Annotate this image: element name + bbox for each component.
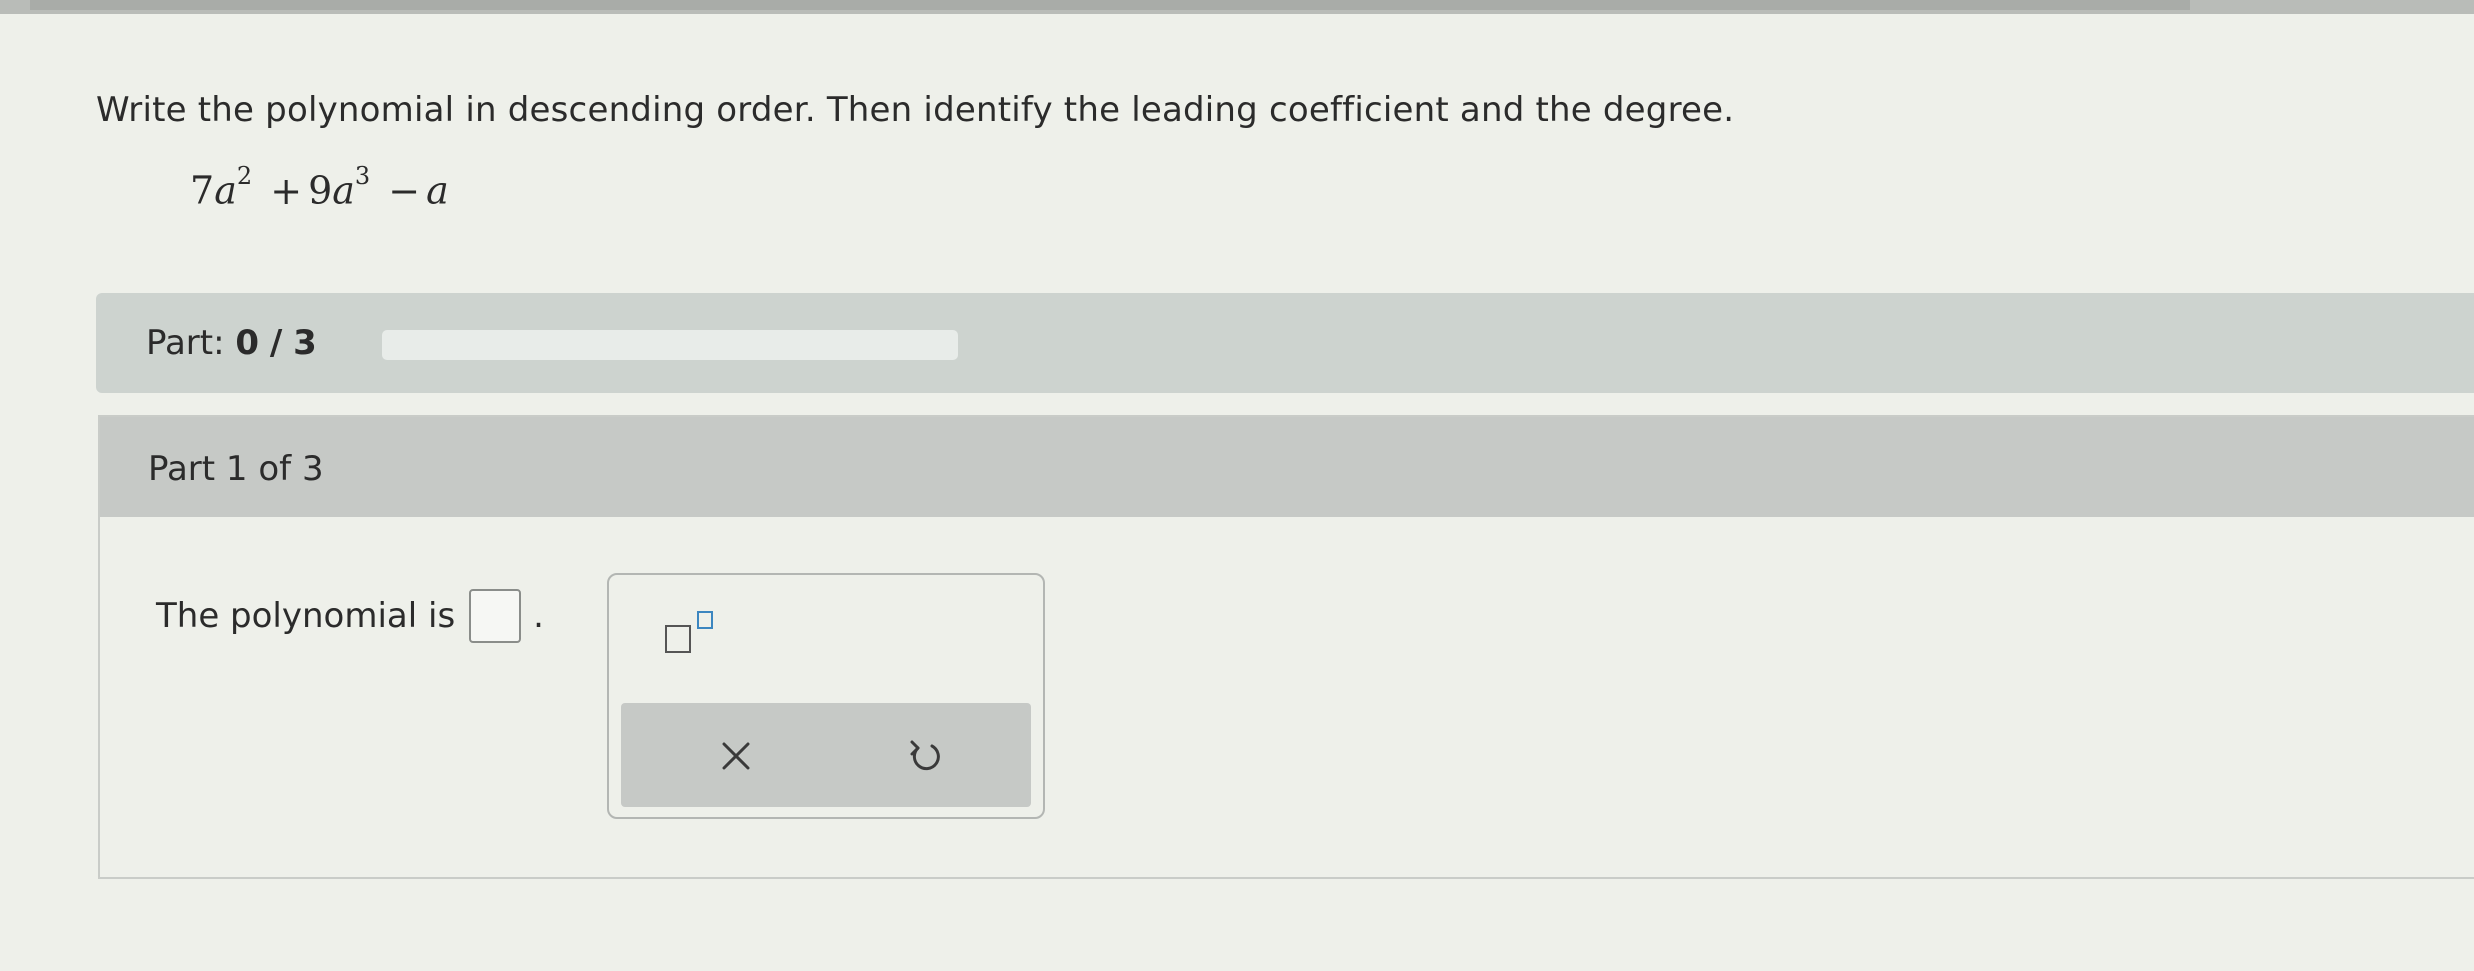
superscript-icon[interactable] [659, 605, 719, 655]
top-strip [0, 0, 2474, 14]
superscript-power-box [697, 611, 713, 629]
answer-row: The polynomial is . [156, 589, 544, 643]
term2-coefficient: 9 [308, 168, 333, 213]
term3-variable: a [426, 168, 449, 213]
term2-variable: a [332, 168, 355, 213]
term1-variable: a [214, 168, 237, 213]
math-palette [607, 573, 1045, 819]
part-progress-prefix: Part: [146, 323, 225, 363]
progress-track [382, 330, 958, 360]
undo-icon [910, 740, 940, 771]
palette-actions [621, 703, 1031, 807]
part-progress-separator: / [269, 323, 283, 363]
term2-exponent: 3 [354, 162, 371, 190]
part-progress-bar: Part: 0 / 3 [96, 293, 2474, 393]
operator-minus: − [388, 168, 421, 213]
answer-label: The polynomial is [156, 596, 456, 636]
term1-coefficient: 7 [190, 168, 215, 213]
undo-button[interactable] [899, 731, 949, 781]
part-header-title: Part 1 of 3 [148, 449, 324, 489]
superscript-base-box [665, 625, 691, 653]
question-prompt: Write the polynomial in descending order… [96, 90, 1735, 130]
x-icon [722, 742, 750, 770]
operator-plus: + [270, 168, 303, 213]
part-progress-current: 0 [235, 323, 260, 363]
part-progress-label: Part: 0 / 3 [146, 323, 317, 363]
answer-period: . [533, 596, 544, 636]
polynomial-expression: 7a2 +9a3 − a [190, 162, 449, 213]
top-strip-inner [30, 0, 2190, 10]
answer-input[interactable] [469, 589, 522, 643]
clear-button[interactable] [711, 731, 761, 781]
part-progress-total: 3 [293, 323, 317, 363]
term1-exponent: 2 [236, 162, 253, 190]
part-card: Part 1 of 3 The polynomial is . [98, 415, 2474, 879]
part-header: Part 1 of 3 [100, 417, 2474, 517]
